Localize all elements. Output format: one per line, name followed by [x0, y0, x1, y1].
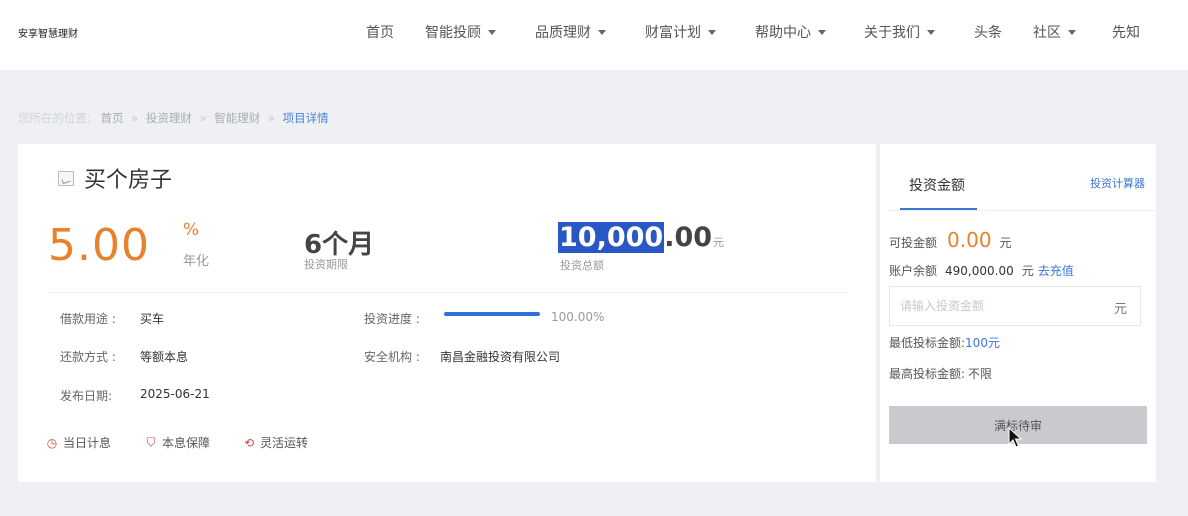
purpose-value: 买车 — [140, 312, 165, 326]
project-title-row: 买个房子 — [58, 162, 172, 194]
nav-item-community[interactable]: 社区 — [1033, 22, 1076, 42]
invest-total-selected-text[interactable]: 10,000 — [558, 222, 665, 253]
annual-rate-label: 年化 — [183, 254, 210, 269]
invest-amount-input[interactable] — [889, 286, 1141, 326]
publish-date-label: 发布日期: — [60, 389, 113, 403]
invest-total-decimals: .00 — [664, 222, 713, 253]
invest-total-label: 投资总额 — [560, 259, 604, 272]
section-divider — [48, 292, 848, 293]
min-label: 最低投标金额: — [889, 336, 966, 350]
nav-item-help-center[interactable]: 帮助中心 — [755, 22, 826, 42]
annual-rate-value: 5.00 — [48, 220, 150, 271]
breadcrumb-current: 项目详情 — [282, 111, 329, 125]
max-value: 不限 — [968, 367, 993, 381]
available-unit: 元 — [999, 236, 1012, 250]
project-title: 买个房子 — [84, 168, 173, 193]
feature-flexible-operation: ⟲ 灵活运转 — [243, 434, 308, 451]
nav-item-about-us[interactable]: 关于我们 — [864, 22, 935, 42]
annual-rate-unit: % — [183, 220, 200, 240]
breadcrumb: 您所在的位置: 首页 » 投资理财 » 智能理财 » 项目详情 — [18, 110, 329, 126]
available-value: 0.00 — [947, 228, 992, 252]
top-header: 安享智慧理财 首页 智能投顾 品质理财 财富计划 帮助中心 关于我们 头条 社区… — [0, 0, 1188, 70]
progress-label: 投资进度 : — [364, 312, 420, 326]
caret-down-icon — [488, 29, 496, 35]
project-detail-card: 买个房子 5.00 % 年化 6个月 投资期限 10,000.00元 投资总额 … — [18, 144, 876, 482]
min-amount-row: 最低投标金额: 100元 — [889, 334, 1000, 351]
caret-down-icon — [818, 29, 826, 35]
breadcrumb-separator: » — [267, 111, 275, 125]
caret-down-icon — [1068, 29, 1076, 35]
min-value: 100元 — [965, 336, 1000, 350]
tab-divider — [888, 210, 1156, 211]
breadcrumb-separator: » — [199, 111, 207, 125]
invest-calculator-link[interactable]: 投资计算器 — [1090, 175, 1145, 191]
breadcrumb-invest[interactable]: 投资理财 — [146, 111, 192, 125]
breadcrumb-smart-finance[interactable]: 智能理财 — [214, 111, 260, 125]
invest-period-label: 投资期限 — [304, 258, 348, 271]
invest-progress-fill — [444, 312, 540, 316]
purpose-label: 借款用途 : — [60, 312, 116, 326]
refresh-icon: ⟲ — [243, 435, 255, 450]
feature-label: 灵活运转 — [260, 436, 309, 450]
agency-value: 南昌金融投资有限公司 — [440, 350, 561, 364]
max-amount-row: 最高投标金额: 不限 — [889, 365, 992, 382]
nav-item-smart-advisor[interactable]: 智能投顾 — [425, 22, 496, 42]
nav-item-label: 智能投顾 — [425, 25, 481, 41]
nav-item-label: 头条 — [974, 25, 1002, 41]
feature-label: 当日计息 — [63, 436, 112, 450]
site-logo[interactable]: 安享智慧理财 — [18, 25, 78, 40]
caret-down-icon — [708, 29, 716, 35]
progress-value: 100.00% — [551, 310, 605, 324]
nav-item-label: 首页 — [366, 25, 394, 41]
input-unit: 元 — [1114, 302, 1128, 317]
invest-total-value: 10,000.00元 — [558, 222, 724, 253]
feature-same-day-interest: ◷ 当日计息 — [46, 434, 111, 451]
caret-down-icon — [927, 29, 935, 35]
clock-icon: ◷ — [46, 435, 58, 450]
shield-icon: ⛉ — [146, 435, 156, 449]
breadcrumb-home[interactable]: 首页 — [101, 111, 124, 125]
broken-image-icon — [58, 170, 74, 186]
balance-label: 账户余额 — [889, 264, 938, 278]
repay-method-label: 还款方式 : — [60, 350, 116, 364]
nav-item-label: 先知 — [1112, 25, 1140, 41]
max-label: 最高投标金额: — [889, 367, 966, 381]
balance-value: 490,000.00 — [945, 264, 1014, 278]
mouse-cursor-icon — [1008, 427, 1022, 448]
nav-item-quality-finance[interactable]: 品质理财 — [535, 22, 606, 42]
nav-item-headlines[interactable]: 头条 — [974, 22, 1002, 42]
feature-label: 本息保障 — [162, 436, 211, 450]
nav-item-label: 关于我们 — [864, 25, 920, 41]
breadcrumb-prefix: 您所在的位置: — [18, 111, 91, 125]
recharge-link[interactable]: 去充值 — [1038, 262, 1074, 279]
agency-label: 安全机构 : — [364, 350, 420, 364]
feature-principal-guarantee: ⛉ 本息保障 — [145, 434, 210, 451]
nav-item-label: 帮助中心 — [755, 25, 811, 41]
balance-unit: 元 — [1021, 264, 1034, 278]
available-label: 可投金额 — [889, 236, 938, 250]
publish-date-value: 2025-06-21 — [140, 387, 210, 401]
tab-invest-amount[interactable]: 投资金额 — [909, 175, 965, 195]
nav-item-prophet[interactable]: 先知 — [1112, 22, 1140, 42]
nav-item-label: 财富计划 — [645, 25, 701, 41]
breadcrumb-separator: » — [131, 111, 139, 125]
caret-down-icon — [598, 29, 606, 35]
nav-item-label: 社区 — [1033, 25, 1061, 41]
nav-item-wealth-plan[interactable]: 财富计划 — [645, 22, 716, 42]
nav-item-home[interactable]: 首页 — [366, 22, 394, 42]
repay-method-value: 等额本息 — [140, 350, 189, 364]
invest-progress-bar — [444, 312, 540, 316]
invest-total-unit: 元 — [713, 236, 725, 249]
nav-item-label: 品质理财 — [535, 25, 591, 41]
available-amount-row: 可投金额 0.00 元 — [889, 228, 1012, 252]
account-balance-row: 账户余额 490,000.00 元 去充值 — [889, 262, 1074, 279]
